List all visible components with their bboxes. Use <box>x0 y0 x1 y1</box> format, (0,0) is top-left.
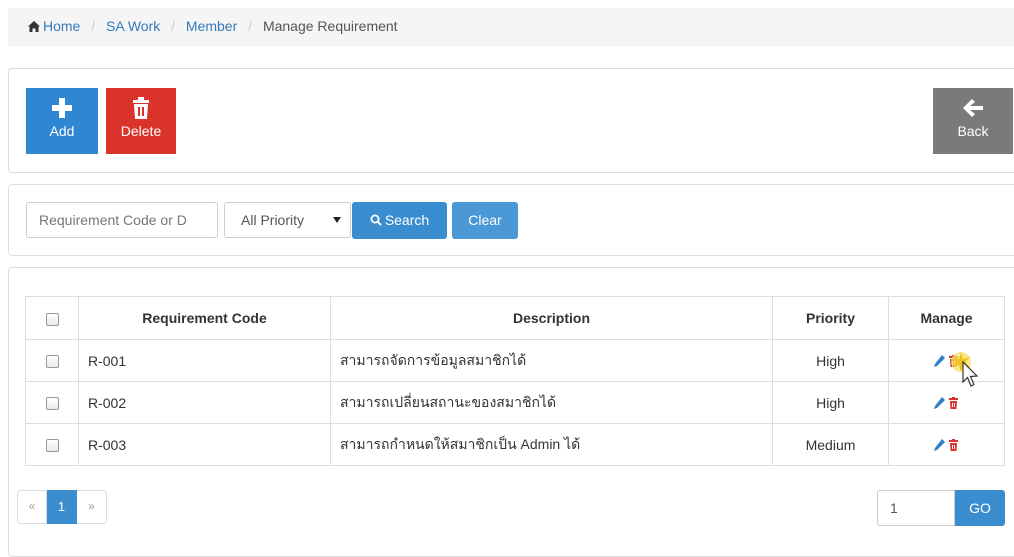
requirement-code: R-003 <box>78 423 331 466</box>
pagination-prev[interactable]: « <box>17 490 47 524</box>
requirement-code: R-001 <box>78 339 331 382</box>
row-select-cell <box>25 423 79 466</box>
row-checkbox[interactable] <box>45 439 59 453</box>
trash-icon[interactable] <box>948 438 959 451</box>
breadcrumb-member[interactable]: Member <box>186 18 237 34</box>
requirement-priority: High <box>772 381 889 424</box>
add-button[interactable]: Add <box>26 88 98 154</box>
manage-cell <box>888 381 1005 424</box>
back-button-label: Back <box>957 123 989 139</box>
manage-cell <box>888 339 1005 382</box>
header-description[interactable]: Description <box>330 296 773 340</box>
breadcrumb-sa-work[interactable]: SA Work <box>106 18 160 34</box>
table-row: R-003 สามารถกำหนดให้สมาชิกเป็น Admin ได้… <box>25 423 1005 466</box>
back-button[interactable]: Back <box>933 88 1013 154</box>
trash-icon[interactable] <box>948 354 959 367</box>
header-manage: Manage <box>888 296 1005 340</box>
row-select-cell <box>25 381 79 424</box>
pencil-icon[interactable] <box>934 438 945 451</box>
breadcrumb-current: Manage Requirement <box>262 18 398 34</box>
pencil-icon[interactable] <box>934 396 945 409</box>
table-row: R-001 สามารถจัดการข้อมูลสมาชิกได้ High <box>25 339 1005 382</box>
pagination-next[interactable]: » <box>77 490 107 524</box>
row-checkbox[interactable] <box>45 397 59 411</box>
trash-icon[interactable] <box>948 396 959 409</box>
requirement-description: สามารถเปลี่ยนสถานะของสมาชิกได้ <box>330 381 773 424</box>
breadcrumb-separator: / <box>171 18 176 34</box>
breadcrumb-home[interactable]: Home <box>28 18 84 34</box>
go-button[interactable]: GO <box>955 490 1005 526</box>
header-requirement-code[interactable]: Requirement Code <box>78 296 331 340</box>
select-all-checkbox[interactable] <box>45 312 59 326</box>
clear-button-label: Clear <box>468 212 502 228</box>
table-panel: Requirement Code Description Priority Ma… <box>8 267 1014 557</box>
requirement-description: สามารถกำหนดให้สมาชิกเป็น Admin ได้ <box>330 423 773 466</box>
manage-cell <box>888 423 1005 466</box>
home-icon <box>28 21 40 32</box>
priority-select-value: All Priority <box>241 212 305 228</box>
table-header-row: Requirement Code Description Priority Ma… <box>25 296 1005 340</box>
header-priority[interactable]: Priority <box>772 296 889 340</box>
caret-down-icon <box>333 217 341 223</box>
pagination-page-1[interactable]: 1 <box>47 490 77 524</box>
plus-icon <box>52 98 72 118</box>
select-all-cell <box>25 296 79 340</box>
delete-button-label: Delete <box>120 123 162 139</box>
search-input[interactable] <box>26 202 218 238</box>
search-icon <box>370 214 382 226</box>
requirement-priority: Medium <box>772 423 889 466</box>
goto-page-input[interactable] <box>877 490 955 526</box>
row-select-cell <box>25 339 79 382</box>
pagination: « 1 » <box>17 490 107 524</box>
delete-button[interactable]: Delete <box>106 88 176 154</box>
priority-select[interactable]: All Priority <box>224 202 351 238</box>
breadcrumb-separator: / <box>91 18 96 34</box>
table-row: R-002 สามารถเปลี่ยนสถานะของสมาชิกได้ Hig… <box>25 381 1005 424</box>
trash-icon <box>133 97 149 119</box>
row-checkbox[interactable] <box>45 355 59 369</box>
requirement-priority: High <box>772 339 889 382</box>
breadcrumb-home-label: Home <box>43 18 81 34</box>
pencil-icon[interactable] <box>934 354 945 367</box>
breadcrumb-separator: / <box>248 18 253 34</box>
search-button[interactable]: Search <box>352 202 447 239</box>
requirement-code: R-002 <box>78 381 331 424</box>
arrow-left-icon <box>963 99 983 117</box>
add-button-label: Add <box>49 123 75 139</box>
requirement-description: สามารถจัดการข้อมูลสมาชิกได้ <box>330 339 773 382</box>
clear-button[interactable]: Clear <box>452 202 518 239</box>
breadcrumb: Home / SA Work / Member / Manage Require… <box>8 8 1014 46</box>
search-panel: All Priority Search Clear <box>8 184 1014 256</box>
search-button-label: Search <box>384 212 430 228</box>
requirements-table: Requirement Code Description Priority Ma… <box>25 296 1005 466</box>
action-panel: Add Delete Back <box>8 68 1014 173</box>
